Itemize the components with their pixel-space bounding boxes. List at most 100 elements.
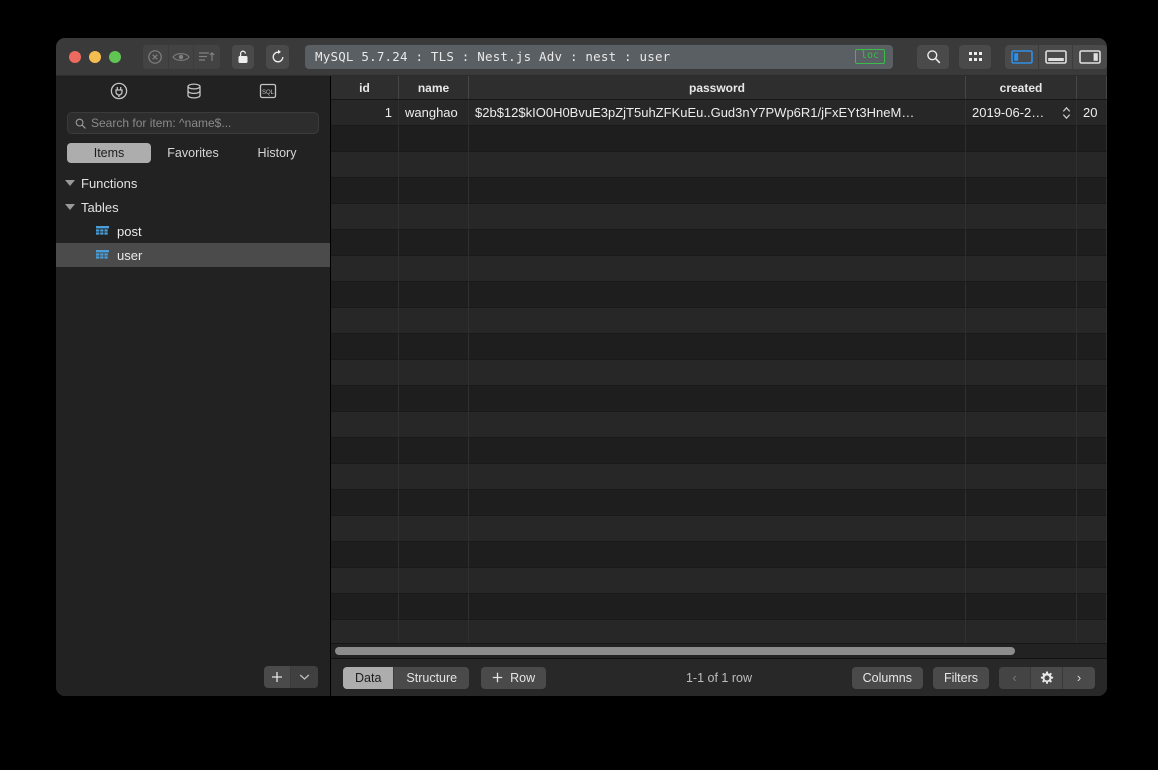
column-header-id[interactable]: id bbox=[331, 76, 399, 99]
minimize-button[interactable] bbox=[89, 50, 101, 63]
table-row-empty[interactable] bbox=[331, 256, 1107, 282]
sidebar-tab-items[interactable]: Items bbox=[67, 143, 151, 163]
cell-empty[interactable] bbox=[331, 334, 399, 360]
cell-empty[interactable] bbox=[1077, 282, 1107, 308]
cell-empty[interactable] bbox=[399, 464, 469, 490]
cell-empty[interactable] bbox=[1077, 464, 1107, 490]
connection-title-field[interactable]: MySQL 5.7.24 : TLS : Nest.js Adv : nest … bbox=[305, 44, 894, 69]
cell-empty[interactable] bbox=[1077, 178, 1107, 204]
cell-empty[interactable] bbox=[1077, 516, 1107, 542]
cell-empty[interactable] bbox=[399, 542, 469, 568]
table-row-empty[interactable] bbox=[331, 542, 1107, 568]
cell-empty[interactable] bbox=[331, 282, 399, 308]
cell-empty[interactable] bbox=[469, 230, 966, 256]
cell-empty[interactable] bbox=[399, 256, 469, 282]
sql-icon-button[interactable]: SQL bbox=[259, 82, 277, 105]
cell-empty[interactable] bbox=[966, 256, 1077, 282]
cell-empty[interactable] bbox=[1077, 334, 1107, 360]
cell-empty[interactable] bbox=[331, 438, 399, 464]
cell-empty[interactable] bbox=[399, 620, 469, 643]
table-row-empty[interactable] bbox=[331, 308, 1107, 334]
cell-empty[interactable] bbox=[331, 594, 399, 620]
cell-empty[interactable] bbox=[1077, 152, 1107, 178]
tab-data[interactable]: Data bbox=[343, 666, 395, 689]
cell-empty[interactable] bbox=[966, 152, 1077, 178]
cell-empty[interactable] bbox=[399, 126, 469, 152]
add-row-button[interactable]: Row bbox=[481, 666, 547, 689]
cell-empty[interactable] bbox=[399, 360, 469, 386]
search-button[interactable] bbox=[917, 44, 950, 69]
cell-empty[interactable] bbox=[469, 152, 966, 178]
cell-empty[interactable] bbox=[966, 386, 1077, 412]
cell-empty[interactable] bbox=[1077, 594, 1107, 620]
cell-empty[interactable] bbox=[1077, 360, 1107, 386]
grid-view-button[interactable] bbox=[959, 44, 992, 69]
next-page-button[interactable]: › bbox=[1063, 667, 1095, 689]
cell-empty[interactable] bbox=[1077, 126, 1107, 152]
stepper-icon[interactable] bbox=[1062, 106, 1071, 120]
cell-empty[interactable] bbox=[1077, 412, 1107, 438]
column-header-created[interactable]: created bbox=[966, 76, 1077, 99]
cell-empty[interactable] bbox=[966, 308, 1077, 334]
cell-empty[interactable] bbox=[331, 464, 399, 490]
cell-empty[interactable] bbox=[469, 256, 966, 282]
search-input[interactable] bbox=[86, 115, 311, 131]
cell-empty[interactable] bbox=[1077, 256, 1107, 282]
table-row-empty[interactable] bbox=[331, 412, 1107, 438]
cell-password[interactable]: $2b$12$kIO0H0BvuE3pZjT5uhZFKuEu..Gud3nY7… bbox=[469, 100, 966, 126]
cell-empty[interactable] bbox=[966, 282, 1077, 308]
cell-empty[interactable] bbox=[399, 204, 469, 230]
cell-empty[interactable] bbox=[966, 360, 1077, 386]
cell-empty[interactable] bbox=[399, 594, 469, 620]
table-row-empty[interactable] bbox=[331, 438, 1107, 464]
cell-created[interactable]: 2019-06-2… bbox=[966, 100, 1077, 126]
cell-empty[interactable] bbox=[966, 438, 1077, 464]
column-header-password[interactable]: password bbox=[469, 76, 966, 99]
close-button[interactable] bbox=[69, 50, 81, 63]
sort-button[interactable] bbox=[194, 44, 220, 69]
cell-empty[interactable] bbox=[1077, 438, 1107, 464]
cell-empty[interactable] bbox=[966, 542, 1077, 568]
cell-extra[interactable]: 20 bbox=[1077, 100, 1107, 126]
cell-empty[interactable] bbox=[331, 412, 399, 438]
table-row[interactable]: 1 wanghao $2b$12$kIO0H0BvuE3pZjT5uhZFKuE… bbox=[331, 100, 1107, 126]
cell-empty[interactable] bbox=[966, 620, 1077, 643]
tree-group-tables[interactable]: Tables bbox=[56, 195, 330, 219]
table-row-empty[interactable] bbox=[331, 204, 1107, 230]
cell-empty[interactable] bbox=[469, 542, 966, 568]
cell-empty[interactable] bbox=[469, 568, 966, 594]
cell-id[interactable]: 1 bbox=[331, 100, 399, 126]
cell-empty[interactable] bbox=[331, 126, 399, 152]
prev-page-button[interactable]: ‹ bbox=[999, 666, 1031, 689]
cell-empty[interactable] bbox=[399, 308, 469, 334]
cell-empty[interactable] bbox=[331, 516, 399, 542]
table-row-empty[interactable] bbox=[331, 230, 1107, 256]
cell-empty[interactable] bbox=[331, 386, 399, 412]
table-row-empty[interactable] bbox=[331, 386, 1107, 412]
cell-empty[interactable] bbox=[966, 204, 1077, 230]
table-row-empty[interactable] bbox=[331, 568, 1107, 594]
database-icon-button[interactable] bbox=[184, 81, 204, 106]
sidebar-item-post[interactable]: post bbox=[56, 219, 330, 243]
connection-icon-button[interactable] bbox=[109, 81, 129, 106]
chevron-down-icon[interactable] bbox=[65, 180, 75, 186]
cell-empty[interactable] bbox=[469, 204, 966, 230]
cell-empty[interactable] bbox=[331, 152, 399, 178]
cell-empty[interactable] bbox=[1077, 204, 1107, 230]
cell-empty[interactable] bbox=[399, 152, 469, 178]
table-row-empty[interactable] bbox=[331, 516, 1107, 542]
cell-name[interactable]: wanghao bbox=[399, 100, 469, 126]
cell-empty[interactable] bbox=[399, 438, 469, 464]
horizontal-scrollbar[interactable] bbox=[331, 643, 1107, 658]
cell-empty[interactable] bbox=[331, 620, 399, 643]
cell-empty[interactable] bbox=[331, 490, 399, 516]
cell-empty[interactable] bbox=[469, 334, 966, 360]
cell-empty[interactable] bbox=[966, 412, 1077, 438]
table-row-empty[interactable] bbox=[331, 152, 1107, 178]
cell-empty[interactable] bbox=[966, 178, 1077, 204]
sidebar-tab-history[interactable]: History bbox=[235, 143, 319, 163]
table-row-empty[interactable] bbox=[331, 178, 1107, 204]
cell-empty[interactable] bbox=[966, 464, 1077, 490]
cell-empty[interactable] bbox=[469, 412, 966, 438]
chevron-down-icon[interactable] bbox=[65, 204, 75, 210]
